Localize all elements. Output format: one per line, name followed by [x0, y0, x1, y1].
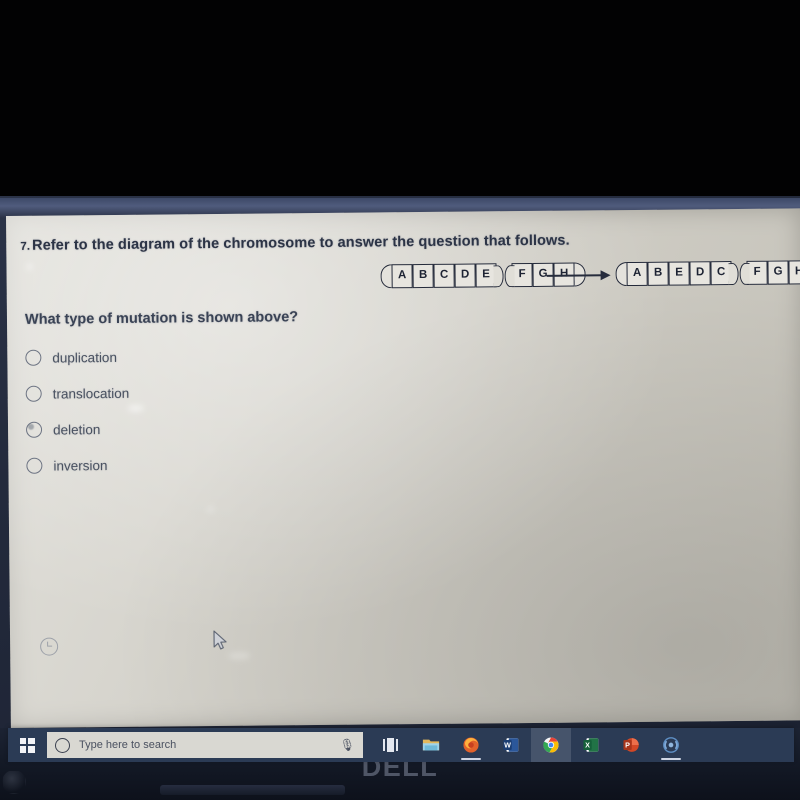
option-label: translocation	[52, 385, 130, 402]
question-heading: 7. Refer to the diagram of the chromosome…	[20, 231, 760, 254]
answer-options: duplication translocation deletion inver…	[25, 337, 326, 484]
svg-text:X: X	[585, 741, 590, 750]
gene-box: B	[412, 263, 434, 289]
taskbar-item-firefox[interactable]	[451, 728, 491, 762]
word-icon: W	[503, 738, 519, 752]
chromosome-cap-left	[615, 262, 627, 287]
taskbar-icons: W X P	[371, 728, 691, 762]
microphone-icon[interactable]: 🎙	[340, 739, 355, 751]
radio-button-icon[interactable]	[25, 421, 43, 438]
centromere-icon	[731, 262, 746, 284]
search-placeholder: Type here to search	[79, 739, 177, 751]
radio-button-icon[interactable]	[26, 457, 43, 474]
excel-icon: X	[583, 738, 599, 752]
taskbar-item-excel[interactable]: X	[571, 728, 611, 762]
gene-box: C	[433, 263, 455, 288]
taskbar-item-chrome[interactable]	[531, 728, 571, 762]
gene-box: H	[788, 260, 800, 285]
taskbar-item-word[interactable]: W	[491, 728, 531, 762]
photo-smudge	[26, 263, 33, 270]
option-deletion[interactable]: deletion	[25, 409, 326, 448]
gene-box: B	[647, 261, 669, 286]
arrow-shaft	[546, 274, 603, 277]
gene-box: A	[626, 261, 648, 287]
mutated-chromosome: A B E D C F G H	[615, 260, 800, 287]
start-button[interactable]	[8, 728, 46, 762]
photo-smudge	[228, 651, 251, 660]
option-label: deletion	[52, 421, 101, 438]
radio-button-icon[interactable]	[25, 349, 42, 366]
file-explorer-icon	[422, 739, 440, 751]
option-label: duplication	[52, 349, 117, 366]
taskbar-item-file-explorer[interactable]	[411, 728, 451, 762]
chromosome-cap-left	[380, 264, 392, 289]
taskbar-item-powerpoint[interactable]: P	[611, 728, 651, 762]
gene-box: D	[454, 263, 476, 288]
task-view-icon	[383, 738, 399, 752]
firefox-icon	[463, 737, 479, 753]
right-arrow-icon	[546, 270, 611, 281]
gene-box: E	[668, 261, 690, 286]
svg-text:W: W	[504, 741, 511, 750]
quiz-page: 7. Refer to the diagram of the chromosome…	[6, 208, 800, 728]
gene-box: D	[689, 261, 711, 286]
powerpoint-icon: P	[623, 738, 639, 752]
photo-smudge	[206, 506, 215, 514]
option-label: inversion	[53, 457, 108, 474]
arrow-head	[600, 270, 611, 281]
windows-logo-icon	[19, 737, 35, 753]
gene-box: A	[391, 264, 413, 289]
option-duplication[interactable]: duplication	[25, 337, 325, 376]
cortana-circle-icon	[55, 737, 70, 753]
clock-icon	[40, 637, 59, 656]
question-number: 7.	[20, 240, 31, 253]
chrome-icon	[543, 737, 559, 753]
gene-box: G	[767, 260, 789, 285]
centromere-icon	[496, 264, 511, 286]
option-translocation[interactable]: translocation	[25, 373, 326, 412]
taskbar-item-blue-circle-app[interactable]	[651, 728, 691, 762]
laptop-hinge	[160, 785, 345, 795]
mouse-cursor-icon	[213, 630, 227, 650]
windows-taskbar: Type here to search 🎙 W X P	[8, 728, 794, 762]
blue-circle-app-icon	[663, 737, 679, 753]
laptop-photo: 7. Refer to the diagram of the chromosome…	[0, 0, 800, 800]
task-view-button[interactable]	[371, 728, 411, 762]
question-prompt: What type of mutation is shown above?	[24, 309, 299, 328]
svg-text:P: P	[625, 741, 630, 750]
laptop-screen: 7. Refer to the diagram of the chromosome…	[6, 208, 800, 728]
search-input[interactable]: Type here to search 🎙	[47, 732, 363, 758]
photo-letterbox-top	[0, 0, 800, 200]
question-text: Refer to the diagram of the chromosome t…	[32, 232, 570, 254]
radio-button-icon[interactable]	[25, 385, 42, 402]
option-inversion[interactable]: inversion	[26, 445, 326, 484]
chromosome-diagram: A B C D E F G H A	[374, 258, 800, 296]
